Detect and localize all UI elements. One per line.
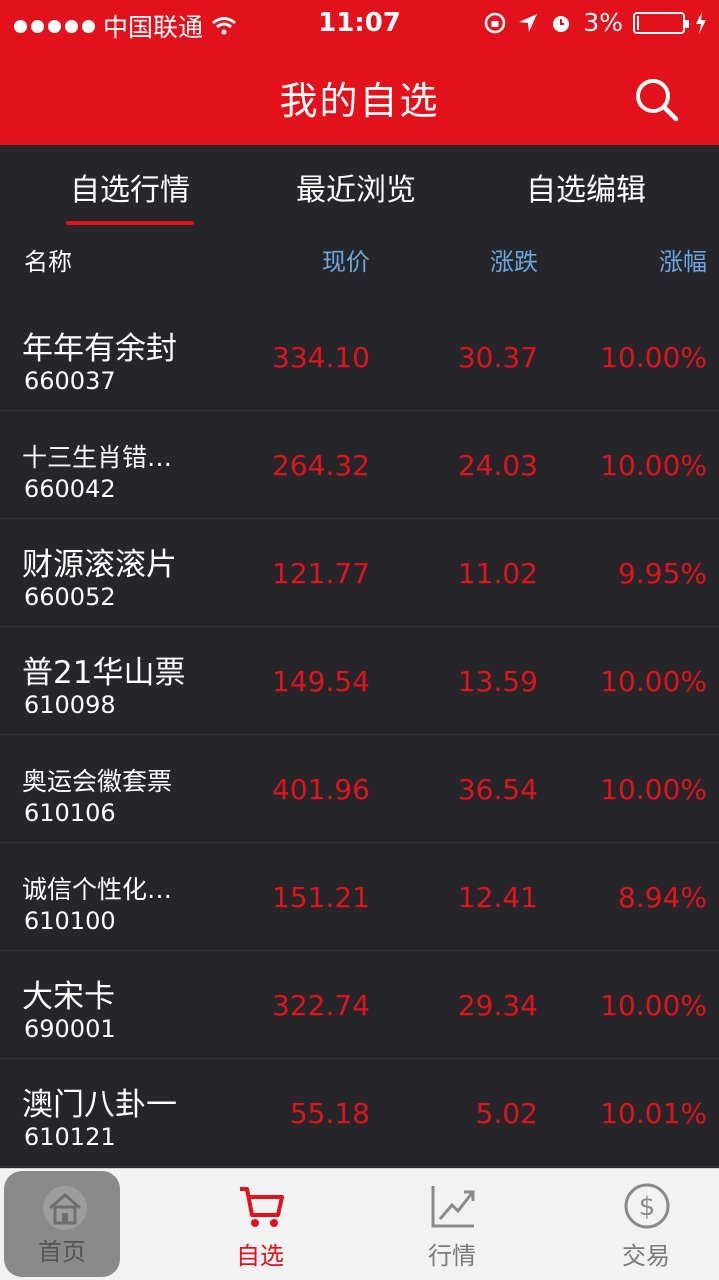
item-price: 401.96 [272,773,370,806]
column-header: 名称 现价 涨跌 涨幅 [0,230,719,286]
dollar-icon: $ [624,1183,670,1229]
tab-trade[interactable]: $ 交易 [586,1169,706,1280]
item-name: 奥运会徽套票 [22,767,173,796]
item-code: 610098 [24,691,116,719]
cart-icon [240,1187,284,1227]
item-change-pct: 10.00% [600,341,707,374]
svg-text:$: $ [639,1192,656,1222]
search-icon[interactable] [633,76,679,122]
tab-home-label: 首页 [38,1238,86,1266]
item-price: 334.10 [272,341,370,374]
list-item[interactable]: 澳门八卦一 610121 55.18 5.02 10.01% [0,1059,719,1167]
battery-percent: 3% [583,8,623,37]
item-change-pct: 10.01% [600,1097,707,1130]
item-change-pct: 10.00% [600,449,707,482]
battery-icon [633,11,689,34]
item-code: 660042 [24,475,116,503]
list-item[interactable]: 诚信个性化… 610100 151.21 12.41 8.94% [0,843,719,951]
column-name: 名称 [24,248,72,276]
list-item[interactable]: 奥运会徽套票 610106 401.96 36.54 10.00% [0,735,719,843]
tab-home[interactable]: 首页 [4,1171,120,1277]
tab-watchlist-quotes[interactable]: 自选行情 [70,165,190,209]
item-code: 610100 [24,907,116,935]
tab-favorites-label: 自选 [236,1242,284,1270]
item-change: 13.59 [457,665,538,698]
tab-favorites[interactable]: 自选 [200,1169,320,1280]
battery-fill [637,15,639,30]
page-title: 我的自选 [279,79,440,123]
item-name: 十三生肖错… [22,443,173,472]
segment-tabs: 自选行情 最近浏览 自选编辑 [0,145,719,230]
chart-trend-icon [431,1186,475,1228]
item-price: 322.74 [272,989,370,1022]
alarm-icon [553,15,570,32]
item-name: 大宋卡 [22,979,115,1015]
item-change: 5.02 [475,1097,538,1130]
list-item[interactable]: 财源滚滚片 660052 121.77 11.02 9.95% [0,519,719,627]
item-change: 24.03 [457,449,538,482]
item-code: 610106 [24,799,116,827]
list-item[interactable]: 大宋卡 690001 322.74 29.34 10.00% [0,951,719,1059]
tab-trade-label: 交易 [622,1242,670,1270]
item-name: 诚信个性化… [22,875,173,904]
list-item[interactable]: 十三生肖错… 660042 264.32 24.03 10.00% [0,411,719,519]
column-price[interactable]: 现价 [322,242,370,277]
item-name: 年年有余封 [22,331,177,367]
item-price: 264.32 [272,449,370,482]
home-icon [43,1186,87,1230]
item-code: 690001 [24,1015,116,1043]
location-icon [519,13,538,32]
item-change: 11.02 [457,557,538,590]
item-name: 财源滚滚片 [22,547,177,583]
tab-edit-watchlist[interactable]: 自选编辑 [526,165,646,209]
tab-recent-browsing[interactable]: 最近浏览 [296,165,416,209]
item-change-pct: 9.95% [618,557,707,590]
bottom-tab-bar: 首页 自选 行情 $ 交易 [0,1168,719,1280]
rotation-lock-icon [485,12,506,33]
item-price: 121.77 [272,557,370,590]
item-change: 36.54 [457,773,538,806]
list-item[interactable]: 年年有余封 660037 334.10 30.37 10.00% [0,303,719,411]
item-change: 29.34 [457,989,538,1022]
column-change-pct[interactable]: 涨幅 [659,242,707,277]
item-price: 149.54 [272,665,370,698]
watchlist: 年年有余封 660037 334.10 30.37 10.00% 十三生肖错… … [0,303,719,1167]
item-name: 普21华山票 [22,655,186,691]
item-code: 660037 [24,367,116,395]
item-change: 30.37 [457,341,538,374]
item-name: 澳门八卦一 [22,1087,177,1123]
item-price: 151.21 [272,881,370,914]
item-change-pct: 10.00% [600,989,707,1022]
tab-market-label: 行情 [428,1242,476,1270]
item-change-pct: 10.00% [600,773,707,806]
status-right: 3% [483,8,707,37]
top-bar: 中国联通 11:07 3% 我的自选 [0,0,719,145]
list-item[interactable]: 普21华山票 610098 149.54 13.59 10.00% [0,627,719,735]
item-price: 55.18 [289,1097,370,1130]
charging-icon [696,11,706,34]
item-code: 660052 [24,583,116,611]
column-change[interactable]: 涨跌 [490,242,538,277]
status-bar: 中国联通 11:07 3% [0,0,719,48]
tab-market[interactable]: 行情 [392,1169,512,1280]
active-tab-indicator [66,221,194,225]
item-change: 12.41 [457,881,538,914]
item-change-pct: 8.94% [618,881,707,914]
item-change-pct: 10.00% [600,665,707,698]
item-code: 610121 [24,1123,116,1151]
